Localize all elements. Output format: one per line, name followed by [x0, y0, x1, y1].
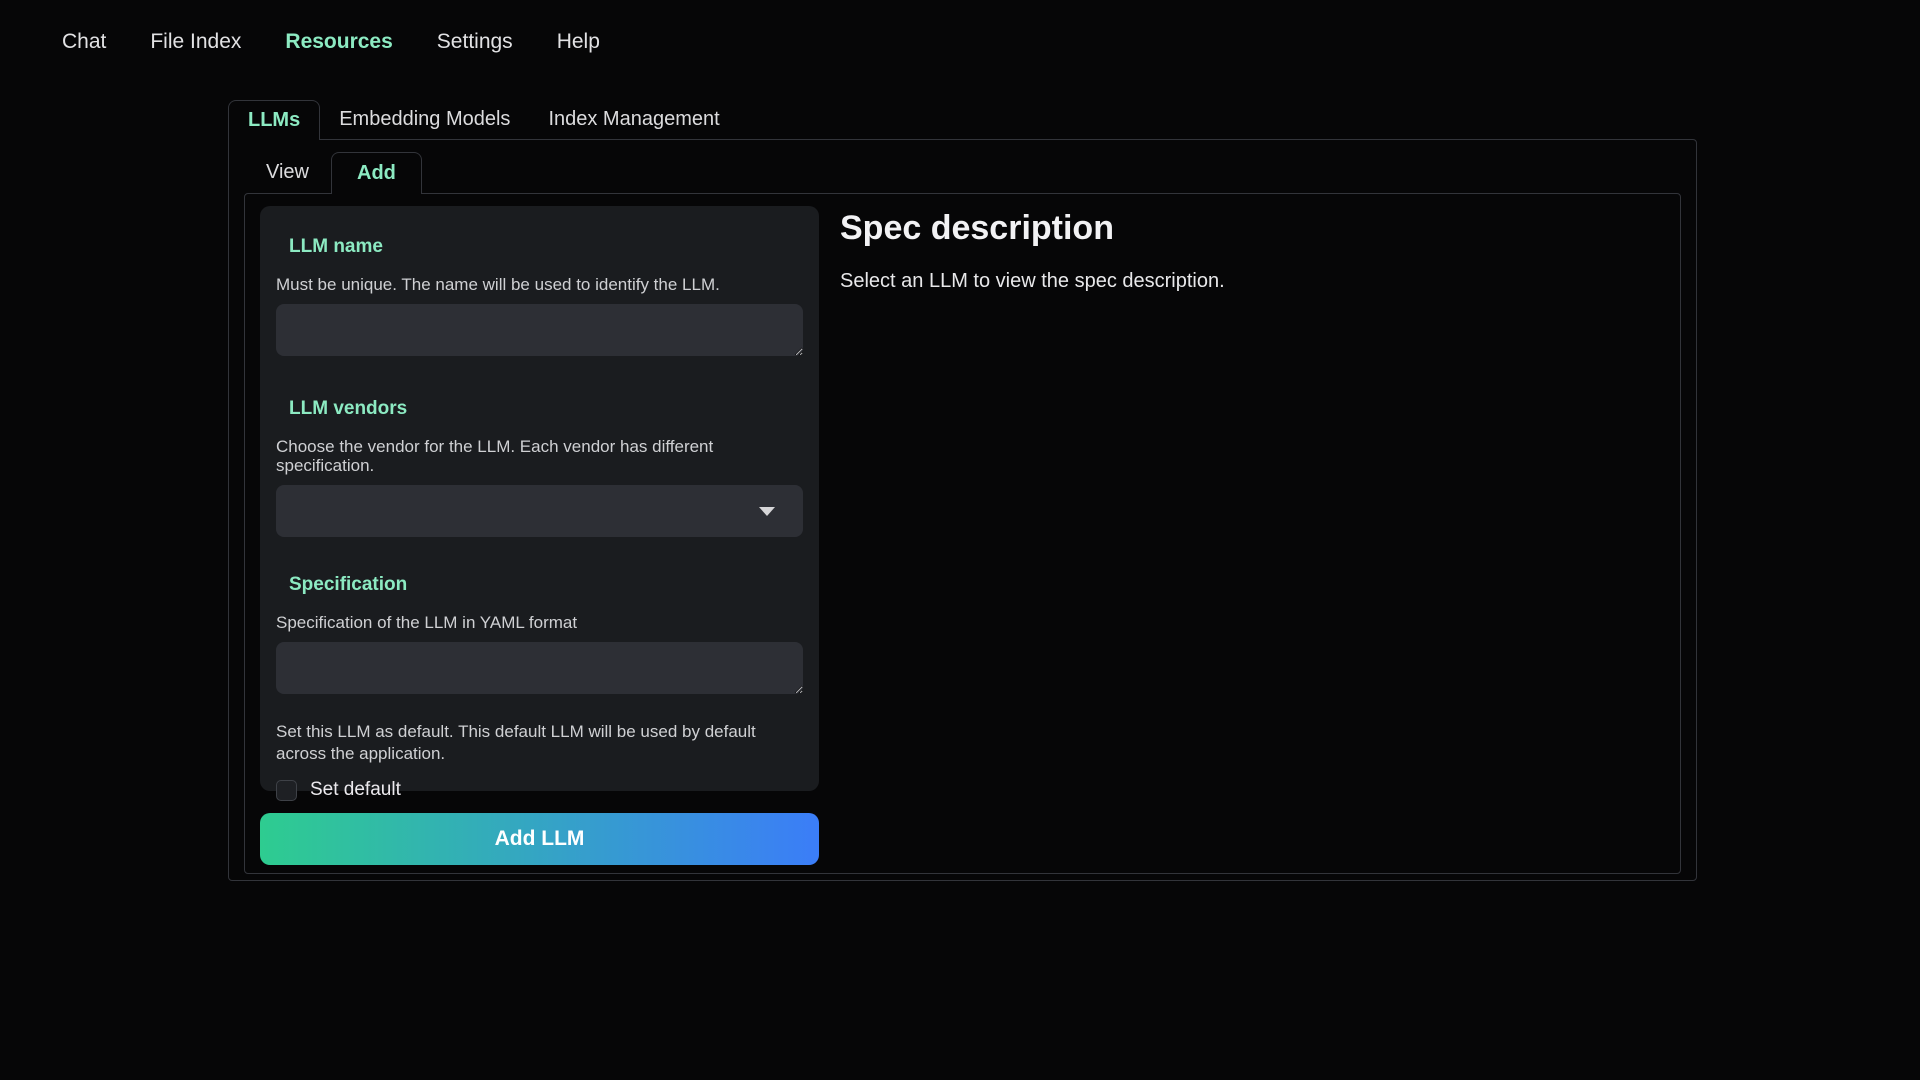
set-default-label: Set default: [310, 779, 401, 801]
llms-subsection: View Add LLM name Must be unique. The na…: [244, 152, 1681, 874]
nav-item-help[interactable]: Help: [557, 30, 600, 54]
specification-input[interactable]: [276, 642, 803, 694]
add-llm-panel: LLM name Must be unique. The name will b…: [244, 193, 1681, 874]
subtab-view[interactable]: View: [244, 152, 331, 193]
specification-help: Specification of the LLM in YAML format: [276, 613, 803, 632]
nav-item-settings[interactable]: Settings: [437, 30, 513, 54]
add-llm-form: LLM name Must be unique. The name will b…: [260, 206, 819, 791]
tab-index-management[interactable]: Index Management: [529, 100, 738, 139]
llm-vendors-label: LLM vendors: [289, 398, 803, 420]
llm-name-label: LLM name: [289, 236, 803, 258]
llm-name-input[interactable]: [276, 304, 803, 356]
top-navigation: Chat File Index Resources Settings Help: [0, 0, 1920, 54]
specification-label: Specification: [289, 574, 803, 596]
nav-item-resources[interactable]: Resources: [285, 30, 392, 54]
spec-description-title: Spec description: [840, 208, 1650, 248]
set-default-row: Set default: [276, 779, 803, 801]
llm-subtab-row: View Add: [244, 152, 1681, 193]
tab-llms[interactable]: LLMs: [228, 100, 320, 140]
set-default-checkbox[interactable]: [276, 780, 297, 801]
llm-vendors-help: Choose the vendor for the LLM. Each vend…: [276, 437, 803, 475]
spec-description-message: Select an LLM to view the spec descripti…: [840, 270, 1650, 293]
nav-item-chat[interactable]: Chat: [62, 30, 106, 54]
llm-name-help: Must be unique. The name will be used to…: [276, 275, 803, 294]
resources-section: LLMs Embedding Models Index Management V…: [228, 100, 1697, 881]
subtab-add[interactable]: Add: [331, 152, 422, 194]
set-default-help: Set this LLM as default. This default LL…: [276, 721, 803, 765]
nav-item-file-index[interactable]: File Index: [150, 30, 241, 54]
tab-embedding-models[interactable]: Embedding Models: [320, 100, 529, 139]
chevron-down-icon: [759, 507, 775, 516]
add-llm-button[interactable]: Add LLM: [260, 813, 819, 865]
llm-vendor-dropdown[interactable]: [276, 485, 803, 537]
llms-panel: View Add LLM name Must be unique. The na…: [228, 139, 1697, 881]
resources-tab-row: LLMs Embedding Models Index Management: [228, 100, 1697, 139]
spec-description-panel: Spec description Select an LLM to view t…: [840, 208, 1650, 293]
